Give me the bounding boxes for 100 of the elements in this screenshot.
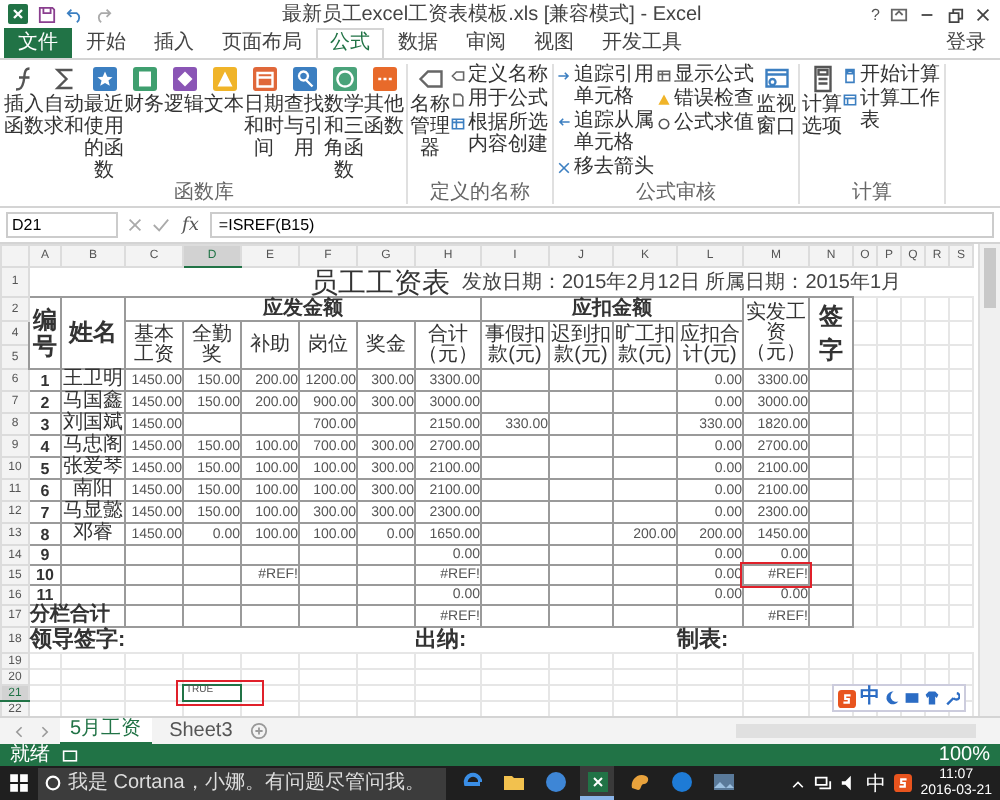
ribbon-button[interactable]: 监视窗口 bbox=[756, 64, 796, 182]
s-logo-icon[interactable] bbox=[894, 774, 913, 792]
ribbon-button[interactable]: 用于公式 bbox=[450, 88, 548, 110]
table-cell: 5 bbox=[29, 457, 61, 479]
cross-icon bbox=[556, 160, 572, 176]
sheet-tab[interactable]: Sheet3 bbox=[159, 719, 243, 743]
ime-mode-button[interactable]: 中 bbox=[860, 688, 880, 708]
signature-label: 领导签字: bbox=[30, 628, 126, 652]
ribbon-button[interactable]: 计算工作表 bbox=[842, 88, 940, 132]
ribbon-button[interactable]: 文本 bbox=[204, 64, 244, 182]
arrow-icon bbox=[556, 114, 572, 130]
dots-icon bbox=[369, 64, 399, 94]
save-icon[interactable] bbox=[38, 5, 56, 23]
ribbon-button[interactable]: 日期和时间 bbox=[244, 64, 284, 182]
shirt-icon[interactable] bbox=[924, 690, 940, 706]
undo-icon[interactable] bbox=[66, 5, 84, 23]
table-cell: 马显懿 bbox=[61, 501, 125, 523]
ribbon-button[interactable]: 显示公式 bbox=[656, 64, 754, 86]
close-icon[interactable] bbox=[974, 5, 992, 23]
sign-in-link[interactable]: 登录 bbox=[932, 28, 1000, 58]
moon-icon[interactable] bbox=[884, 690, 900, 706]
group-label: 公式审核 bbox=[636, 182, 716, 204]
macro-icon[interactable] bbox=[62, 747, 78, 763]
ribbon-options-icon[interactable] bbox=[890, 5, 908, 23]
ribbon-tab[interactable]: 文件 bbox=[4, 28, 72, 58]
table-cell: 4 bbox=[29, 435, 61, 457]
network-icon[interactable] bbox=[814, 774, 833, 792]
keyboard-icon[interactable] bbox=[904, 690, 920, 706]
table-header: 实发工资（元） bbox=[743, 297, 809, 369]
ribbon-tab[interactable]: 开发工具 bbox=[588, 28, 696, 58]
vertical-scrollbar[interactable] bbox=[978, 244, 1000, 716]
ribbon-button[interactable]: 错误检查 bbox=[656, 88, 754, 110]
windows-icon[interactable] bbox=[8, 772, 30, 794]
input-method-button[interactable]: 中 bbox=[866, 769, 887, 797]
ribbon-button[interactable]: 数学和三角函数 bbox=[324, 64, 364, 182]
ribbon-button[interactable]: 移去箭头 bbox=[556, 156, 654, 178]
table-cell: 7 bbox=[29, 501, 61, 523]
ribbon-button[interactable]: 追踪引用单元格 bbox=[556, 64, 654, 108]
signature-label: 出纳: bbox=[415, 628, 467, 652]
table-header: 补助 bbox=[241, 321, 299, 369]
group-label: 定义的名称 bbox=[430, 182, 530, 204]
add-sheet-icon[interactable] bbox=[250, 722, 269, 740]
ribbon-tab[interactable]: 视图 bbox=[520, 28, 588, 58]
ribbon-tab[interactable]: 公式 bbox=[316, 28, 384, 58]
ribbon-button[interactable]: 追踪从属单元格 bbox=[556, 110, 654, 154]
ribbon-button[interactable]: 计算选项 bbox=[802, 64, 842, 182]
table-cell: 邓睿 bbox=[61, 523, 125, 545]
table-cell: 马忠阁 bbox=[61, 435, 125, 457]
ribbon-tab[interactable]: 数据 bbox=[384, 28, 452, 58]
ribbon-tab[interactable]: 页面布局 bbox=[208, 28, 316, 58]
ribbon-button[interactable]: 查找与引用 bbox=[284, 64, 324, 182]
table-cell: 张爱琴 bbox=[61, 457, 125, 479]
ribbon-button[interactable]: 名称管理器 bbox=[410, 64, 450, 182]
ribbon-button[interactable]: 开始计算 bbox=[842, 64, 940, 86]
window-icon bbox=[761, 64, 791, 94]
calculator-icon bbox=[842, 68, 858, 84]
signature-label: 制表: bbox=[677, 628, 729, 652]
ribbon-button[interactable]: 定义名称 bbox=[450, 64, 548, 86]
table-header: 事假扣款(元) bbox=[481, 321, 549, 369]
sheet-icon bbox=[842, 92, 858, 108]
ribbon-button[interactable]: 其他函数 bbox=[364, 64, 404, 182]
photo-icon bbox=[711, 769, 735, 793]
table-header: 奖金 bbox=[357, 321, 415, 369]
zoom-level[interactable]: 100% bbox=[938, 745, 990, 765]
ribbon-tab[interactable]: 审阅 bbox=[452, 28, 520, 58]
table-header: 应扣金额 bbox=[481, 297, 743, 321]
name-box[interactable]: D21 bbox=[6, 212, 118, 238]
insert-function-button[interactable]: fx bbox=[178, 215, 203, 235]
next-sheet-icon[interactable] bbox=[36, 723, 52, 739]
help-button[interactable]: ? bbox=[871, 5, 880, 23]
table-header: 迟到扣款(元) bbox=[549, 321, 613, 369]
formula-field[interactable]: =ISREF(B15) bbox=[210, 212, 994, 238]
table-header: 应发金额 bbox=[125, 297, 481, 321]
group-label: 计算 bbox=[852, 182, 892, 204]
ribbon-tab[interactable]: 插入 bbox=[140, 28, 208, 58]
table-icon bbox=[450, 116, 466, 132]
ribbon-tab[interactable]: 开始 bbox=[72, 28, 140, 58]
previous-sheet-icon[interactable] bbox=[12, 723, 28, 739]
ribbon-button[interactable]: 财务 bbox=[124, 64, 164, 182]
ribbon-button[interactable]: 插入函数 bbox=[4, 64, 44, 182]
ribbon-button[interactable]: 公式求值 bbox=[656, 112, 754, 134]
ribbon-button[interactable]: 根据所选内容创建 bbox=[450, 112, 548, 156]
date-note: 发放日期：2015年2月12日 所属日期：2015年1月 bbox=[462, 272, 902, 296]
taskbar-app[interactable] bbox=[580, 766, 614, 800]
search-field[interactable]: 我是 Cortana，小娜。有问题尽管问我。 bbox=[38, 767, 446, 799]
check-icon[interactable] bbox=[152, 216, 170, 234]
sheet-tab[interactable]: 5月工资 bbox=[60, 717, 152, 745]
ribbon-button[interactable]: 自动求和 bbox=[44, 64, 84, 182]
restore-icon[interactable] bbox=[946, 5, 964, 23]
ribbon-button[interactable]: 最近使用的函数 bbox=[84, 64, 124, 182]
magnifier-icon bbox=[289, 64, 319, 94]
table-header: 岗位 bbox=[299, 321, 357, 369]
ribbon-button[interactable]: 逻辑 bbox=[164, 64, 204, 182]
spreadsheet-icon bbox=[585, 769, 609, 793]
wrench-icon[interactable] bbox=[944, 690, 960, 706]
table-cell: 刘国斌 bbox=[61, 413, 125, 435]
table-header: 旷工扣款(元) bbox=[613, 321, 677, 369]
table-cell: 10 bbox=[29, 565, 61, 585]
table-cell: 8 bbox=[29, 523, 61, 545]
table-cell: 1 bbox=[29, 369, 61, 391]
